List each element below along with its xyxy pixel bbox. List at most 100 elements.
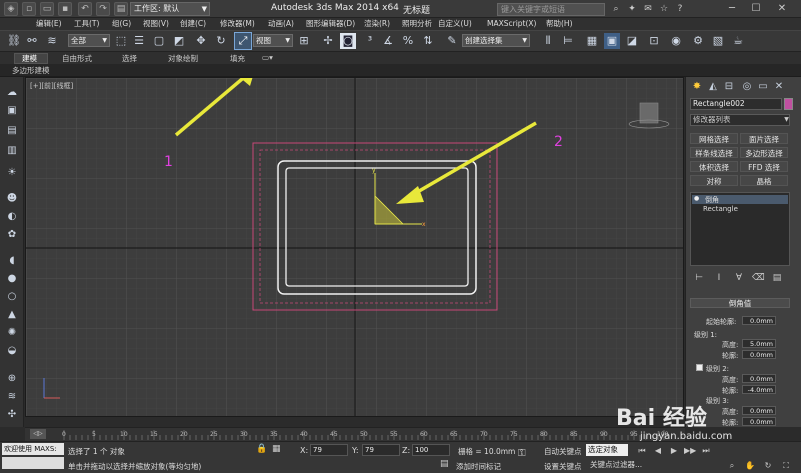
curve-editor-icon[interactable]: ◪ <box>624 33 640 49</box>
link-icon[interactable]: ⛓ <box>6 33 22 49</box>
z-coordinate-field[interactable]: 100 <box>412 444 450 456</box>
level1-outline-spinner[interactable]: 0.0mm <box>742 350 776 359</box>
maximize-button[interactable]: ☐ <box>746 2 766 16</box>
level2-checkbox[interactable] <box>696 364 703 371</box>
keyboard-shortcut-icon[interactable]: ◙ <box>340 33 356 49</box>
utilities-panel-icon[interactable]: ✕ <box>772 80 786 93</box>
next-frame-icon[interactable]: ▶▶ <box>684 445 696 457</box>
menu-help[interactable]: 帮助(H) <box>546 19 573 29</box>
project-folder-button[interactable]: ▤ <box>114 2 128 16</box>
biped-icon[interactable]: ◐ <box>4 210 20 224</box>
tab-selection[interactable]: 选择 <box>122 54 137 64</box>
menu-customize[interactable]: 自定义(U) <box>438 19 472 29</box>
time-slider-handle[interactable]: ◁▷ <box>30 429 46 439</box>
zoom-icon[interactable]: ⌕ <box>726 460 738 472</box>
display-panel-icon[interactable]: ▭ <box>756 80 770 93</box>
unlink-icon[interactable]: ⚯ <box>24 33 40 49</box>
tab-freeform[interactable]: 自由形式 <box>62 54 92 64</box>
material-editor-icon[interactable]: ◉ <box>668 33 684 49</box>
select-manipulate-icon[interactable]: ✢ <box>320 33 336 49</box>
ffd-select-button[interactable]: FFD 选择 <box>740 161 788 172</box>
viewport-front[interactable]: y x [+][前][线框] 1 2 <box>25 77 684 417</box>
search-input[interactable]: 键入关键字或短语 <box>497 3 605 16</box>
absolute-mode-icon[interactable]: ▦ <box>272 444 281 454</box>
render-teapot-icon[interactable]: ☕ <box>730 33 746 49</box>
ribbon-polygon-modeling-label[interactable]: 多边形建模 <box>12 66 50 76</box>
edit-named-selection-icon[interactable]: ✎ <box>444 33 460 49</box>
menu-modifiers[interactable]: 修改器(M) <box>220 19 255 29</box>
time-tag-icon[interactable]: ▤ <box>440 459 449 469</box>
percent-snap-icon[interactable]: % <box>400 33 416 49</box>
go-to-start-icon[interactable]: ⏮ <box>636 445 648 457</box>
workspace-dropdown[interactable]: 工作区: 默认 ▼ <box>130 2 210 16</box>
menu-rendering[interactable]: 渲染(R) <box>364 19 390 29</box>
bevel-values-rollout[interactable]: 倒角值 <box>690 298 790 308</box>
selection-filter-dropdown[interactable]: 全部 ▼ <box>68 34 110 47</box>
undo-button[interactable]: ↶ <box>78 2 92 16</box>
schematic-view-icon[interactable]: ⊡ <box>646 33 662 49</box>
level1-height-spinner[interactable]: 5.0mm <box>742 339 776 348</box>
patch-select-button[interactable]: 面片选择 <box>740 133 788 144</box>
lattice-button[interactable]: 晶格 <box>740 175 788 186</box>
menu-tools[interactable]: 工具(T) <box>74 19 99 29</box>
spacewarp-icon[interactable]: ≋ <box>4 390 20 404</box>
maxscript-output[interactable] <box>2 457 64 469</box>
mesh-select-button[interactable]: 网格选择 <box>690 133 738 144</box>
level3-outline-spinner[interactable]: 0.0mm <box>742 417 776 426</box>
select-and-scale-icon[interactable]: ⤢ <box>235 33 251 49</box>
angle-snap-icon[interactable]: ∡ <box>380 33 396 49</box>
bind-space-warp-icon[interactable]: ≋ <box>44 33 60 49</box>
show-end-result-icon[interactable]: Ⅰ <box>714 272 724 284</box>
maxscript-listener[interactable]: 欢迎使用 MAXS: <box>2 443 64 455</box>
snaps-toggle-icon[interactable]: ³ <box>362 33 378 49</box>
rectangle-selection-icon[interactable]: ▢ <box>151 33 167 49</box>
tab-populate[interactable]: 填充 <box>230 54 245 64</box>
new-file-button[interactable]: ▫ <box>22 2 36 16</box>
pin-stack-icon[interactable]: ⊢ <box>694 272 704 284</box>
symmetry-button[interactable]: 对称 <box>690 175 738 186</box>
viewport-label[interactable]: [+][前][线框] <box>30 81 73 91</box>
rendered-frame-icon[interactable]: ▧ <box>710 33 726 49</box>
key-filters-button[interactable]: 关键点过滤器... <box>590 459 642 470</box>
add-time-tag-button[interactable]: 添加时间标记 <box>456 461 501 472</box>
stack-item-rectangle[interactable]: Rectangle <box>703 205 738 213</box>
stack-item-bevel[interactable]: 倒角 <box>705 195 719 205</box>
scene-explorer-icon[interactable]: ▥ <box>4 144 20 158</box>
tab-object-paint[interactable]: 对象绘制 <box>168 54 198 64</box>
vol-select-button[interactable]: 体积选择 <box>690 161 738 172</box>
subscription-icon[interactable]: ✦ <box>624 1 640 17</box>
rotate-icon[interactable]: ↻ <box>213 33 229 49</box>
menu-animation[interactable]: 动画(A) <box>268 19 294 29</box>
x-coordinate-field[interactable]: 79 <box>310 444 348 456</box>
tab-modeling[interactable]: 建模 <box>22 54 37 64</box>
mirror-icon[interactable]: ⫴ <box>540 33 556 49</box>
orbit-icon[interactable]: ↻ <box>762 460 774 472</box>
modify-panel-icon[interactable]: ◭ <box>706 80 720 93</box>
select-object-icon[interactable]: ⬚ <box>113 33 129 49</box>
select-by-name-icon[interactable]: ☰ <box>131 33 147 49</box>
modifier-stack[interactable]: ● 倒角 Rectangle <box>690 192 790 266</box>
communication-icon[interactable]: ✉ <box>640 1 656 17</box>
search-icon[interactable]: ⌕ <box>608 1 624 17</box>
helper-icon[interactable]: ⊕ <box>4 372 20 386</box>
object-color-swatch[interactable] <box>784 98 793 110</box>
cat-icon[interactable]: ✿ <box>4 228 20 242</box>
object-name-field[interactable]: Rectangle002 <box>690 98 782 110</box>
key-icon[interactable]: ⚿ <box>518 448 526 459</box>
named-selection-sets-dropdown[interactable]: 创建选择集 ▼ <box>462 34 530 47</box>
sphere-icon[interactable]: ● <box>4 272 20 286</box>
light-bulb-icon[interactable]: ☀ <box>4 166 20 180</box>
ribbon-options-icon[interactable]: ▭▾ <box>262 53 273 63</box>
level2-outline-spinner[interactable]: -4.0mm <box>742 385 776 394</box>
menu-lighting-analysis[interactable]: 照明分析 <box>402 19 432 29</box>
teapot-icon[interactable]: ☁ <box>4 86 20 100</box>
create-panel-icon[interactable]: ✸ <box>690 80 704 93</box>
pan-icon[interactable]: ✋ <box>744 460 756 472</box>
save-file-button[interactable]: ▪ <box>58 2 72 16</box>
align-icon[interactable]: ⊨ <box>560 33 576 49</box>
level2-height-spinner[interactable]: 0.0mm <box>742 374 776 383</box>
remove-modifier-icon[interactable]: ⌫ <box>752 272 765 284</box>
level3-height-spinner[interactable]: 0.0mm <box>742 406 776 415</box>
spinner-snap-icon[interactable]: ⇅ <box>420 33 436 49</box>
redo-button[interactable]: ↷ <box>96 2 110 16</box>
